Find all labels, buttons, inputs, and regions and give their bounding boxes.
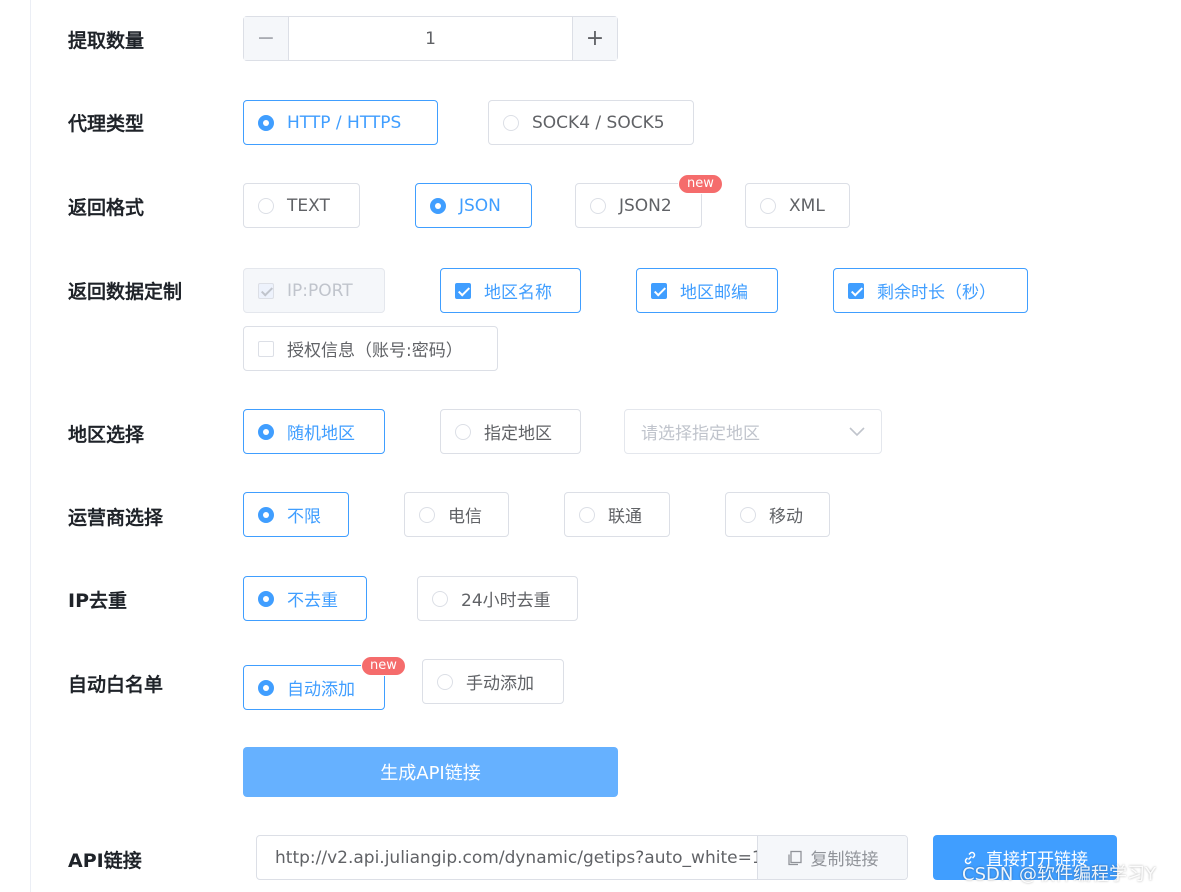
radio-carrier-unicom[interactable]: 联通 [564,492,670,537]
label-proxy-type: 代理类型 [68,113,145,135]
label-ip-dedupe: IP去重 [68,590,127,612]
radio-unchecked-icon [579,506,595,523]
checkbox-disabled-icon [258,282,274,299]
radio-checked-icon [258,114,274,131]
radio-checked-icon [430,197,446,214]
radio-text[interactable]: TEXT [243,183,360,228]
new-badge: new [361,656,406,676]
checkbox-ip-port: IP:PORT [243,268,385,313]
radio-xml[interactable]: XML [745,183,850,228]
radio-sock4-sock5[interactable]: SOCK4 / SOCK5 [488,100,694,145]
label-whitelist: 自动白名单 [68,674,164,696]
page-left-border [30,0,31,892]
copy-link-button[interactable]: 复制链接 [757,836,907,879]
quantity-input[interactable]: 1 [289,17,572,60]
radio-manual-add[interactable]: 手动添加 [422,659,564,704]
radio-checked-icon [258,590,274,607]
radio-unchecked-icon [503,114,519,131]
region-select-placeholder: 请选择指定地区 [641,424,760,444]
copy-icon [787,850,802,865]
radio-24h-dedupe[interactable]: 24小时去重 [417,576,578,621]
radio-unchecked-icon [740,506,756,523]
radio-unchecked-icon [258,197,274,214]
radio-specified-region[interactable]: 指定地区 [440,409,581,454]
label-return-fields: 返回数据定制 [68,281,183,303]
radio-json[interactable]: JSON [415,183,532,228]
checkbox-checked-icon [848,282,864,299]
radio-http-https[interactable]: HTTP / HTTPS [243,100,438,145]
radio-checked-icon [258,506,274,523]
checkbox-unchecked-icon [258,340,274,357]
checkbox-auth-info[interactable]: 授权信息（账号:密码） [243,326,498,371]
radio-random-region[interactable]: 随机地区 [243,409,385,454]
radio-unchecked-icon [432,590,448,607]
increment-button[interactable]: + [572,17,617,60]
chevron-down-icon [849,426,865,436]
generate-api-link-button[interactable]: 生成API链接 [243,747,618,797]
radio-no-dedupe[interactable]: 不去重 [243,576,367,621]
watermark: CSDN @软件编程学习Y [962,864,1157,885]
radio-carrier-any[interactable]: 不限 [243,492,349,537]
radio-unchecked-icon [455,423,471,440]
label-quantity: 提取数量 [68,30,145,52]
radio-carrier-telecom[interactable]: 电信 [404,492,509,537]
api-link-field[interactable]: http://v2.api.juliangip.com/dynamic/geti… [256,835,908,880]
radio-unchecked-icon [437,673,453,690]
region-select[interactable]: 请选择指定地区 [624,409,882,454]
radio-unchecked-icon [590,197,606,214]
radio-checked-icon [258,679,274,696]
quantity-stepper[interactable]: − 1 + [243,16,618,61]
label-return-format: 返回格式 [68,197,145,219]
new-badge: new [678,174,723,194]
checkbox-region-name[interactable]: 地区名称 [440,268,581,313]
checkbox-checked-icon [455,282,471,299]
checkbox-remaining-time[interactable]: 剩余时长（秒） [833,268,1028,313]
radio-checked-icon [258,423,274,440]
radio-unchecked-icon [419,506,435,523]
radio-carrier-mobile[interactable]: 移动 [725,492,830,537]
checkbox-checked-icon [651,282,667,299]
label-api-link: API链接 [68,850,142,872]
radio-unchecked-icon [760,197,776,214]
decrement-button[interactable]: − [244,17,289,60]
label-carrier: 运营商选择 [68,507,164,529]
checkbox-region-zip[interactable]: 地区邮编 [636,268,778,313]
api-link-value[interactable]: http://v2.api.juliangip.com/dynamic/geti… [257,836,757,879]
label-region: 地区选择 [68,424,145,446]
